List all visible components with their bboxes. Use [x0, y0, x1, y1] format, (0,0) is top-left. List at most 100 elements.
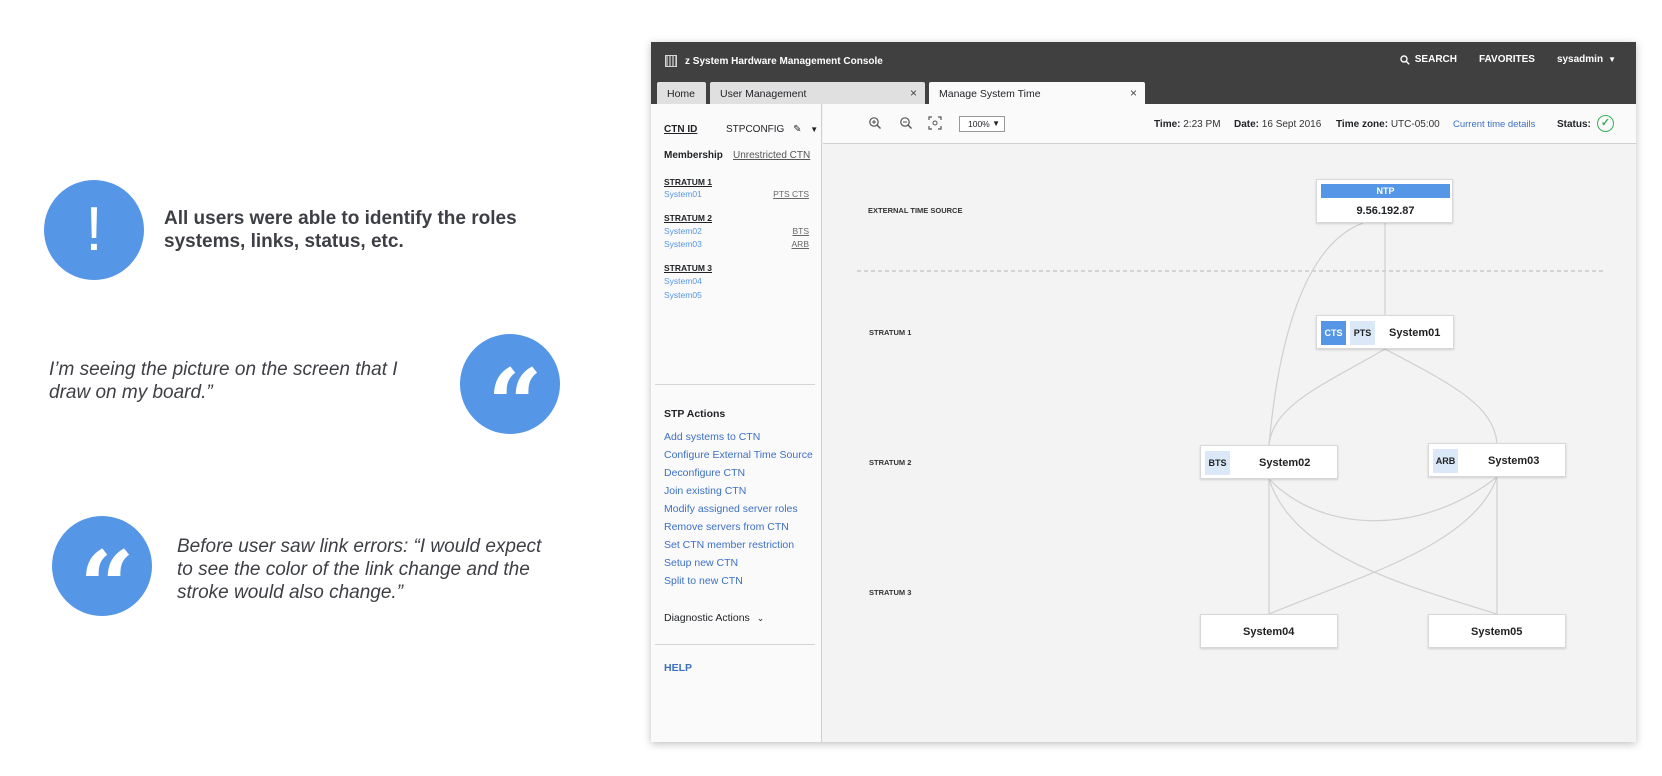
app-title: z System Hardware Management Console [685, 55, 883, 67]
system04-name: System04 [1243, 626, 1295, 638]
caret-down-icon[interactable]: ▼ [810, 125, 818, 134]
ntp-title: NTP [1321, 184, 1450, 198]
quote-text-1: I’m seeing the picture on the screen tha… [49, 359, 398, 403]
action-join-ctn[interactable]: Join existing CTN [664, 485, 746, 497]
membership-label: Membership [664, 150, 723, 161]
sidebar-system01[interactable]: System01 [664, 189, 702, 199]
link-system03-system04 [1268, 476, 1498, 615]
search-icon [1400, 54, 1410, 65]
action-deconfigure-ctn[interactable]: Deconfigure CTN [664, 467, 745, 479]
stratum-3-label: STRATUM 3 [869, 588, 912, 597]
system03-roles: ARB [791, 239, 809, 249]
action-add-systems[interactable]: Add systems to CTN [664, 431, 760, 443]
membership-value: Unrestricted CTN [733, 150, 811, 161]
bts-badge: BTS [1205, 451, 1230, 475]
external-time-source-label: EXTERNAL TIME SOURCE [868, 206, 963, 215]
sidebar-divider [655, 384, 815, 385]
link-system01-system02 [1268, 348, 1386, 446]
zoom-value: 100% [968, 119, 990, 129]
link-system01-system03 [1384, 348, 1498, 444]
stratum-3-heading: STRATUM 3 [664, 263, 713, 273]
check-circle-icon: ✓ [1597, 115, 1614, 132]
time-value: 2:23 PM [1183, 119, 1221, 130]
link-system02-system03 [1268, 476, 1498, 522]
caret-down-icon: ▼ [992, 119, 1000, 128]
system02-roles: BTS [792, 226, 809, 236]
action-configure-ets[interactable]: Configure External Time Source [664, 449, 813, 461]
action-modify-roles[interactable]: Modify assigned server roles [664, 503, 798, 515]
tab-user-management-label: User Management [720, 88, 807, 100]
system02-name: System02 [1259, 457, 1311, 469]
current-date: Date: 16 Sept 2016 [1234, 119, 1321, 130]
help-link[interactable]: HELP [664, 662, 692, 674]
fit-to-screen-icon[interactable] [927, 116, 943, 132]
sidebar-system03[interactable]: System03 [664, 239, 702, 249]
system03-node[interactable]: ARB System03 [1428, 443, 1566, 477]
zoom-select[interactable]: 100% ▼ [959, 116, 1005, 132]
arb-badge: ARB [1433, 449, 1458, 473]
sidebar-system05[interactable]: System05 [664, 290, 702, 300]
stratum-2-label: STRATUM 2 [869, 458, 912, 467]
search-button[interactable]: SEARCH [1400, 54, 1457, 65]
system04-node[interactable]: System04 [1200, 614, 1338, 648]
action-split-ctn[interactable]: Split to new CTN [664, 575, 743, 587]
time-zone: Time zone: UTC-05:00 [1336, 119, 1440, 130]
tab-manage-system-time-label: Manage System Time [939, 88, 1041, 100]
pts-badge: PTS [1350, 321, 1375, 345]
system01-roles: PTS CTS [773, 189, 809, 199]
quote-text-2: Before user saw link errors: “I would ex… [177, 536, 542, 603]
quote-badge-2: “ [52, 516, 152, 635]
exclamation-badge: ! [44, 180, 144, 280]
finding-text: All users were able to identify the role… [164, 208, 517, 252]
close-icon[interactable]: × [1130, 86, 1137, 100]
ntp-server-node[interactable]: NTP 9.56.192.87 [1316, 179, 1453, 223]
search-label: SEARCH [1414, 54, 1457, 65]
user-menu[interactable]: sysadmin ▼ [1557, 54, 1616, 65]
sidebar-system02[interactable]: System02 [664, 226, 702, 236]
tab-manage-system-time[interactable]: Manage System Time × [929, 82, 1145, 104]
zoom-out-icon[interactable] [898, 116, 914, 132]
favorites-button[interactable]: FAVORITES [1479, 54, 1535, 65]
exclamation-icon: ! [85, 195, 103, 264]
system05-name: System05 [1471, 626, 1523, 638]
ntp-address: 9.56.192.87 [1356, 205, 1415, 217]
system01-node[interactable]: CTS PTS System01 [1316, 315, 1454, 349]
status-label-text: Status: [1557, 119, 1591, 130]
tab-user-management[interactable]: User Management × [710, 82, 925, 104]
quote-icon: “ [79, 530, 134, 643]
tz-value: UTC-05:00 [1390, 119, 1440, 130]
chevron-down-icon: ⌄ [756, 613, 765, 623]
action-remove-servers[interactable]: Remove servers from CTN [664, 521, 789, 533]
current-time: Time: 2:23 PM [1154, 119, 1221, 130]
time-label: Time: [1154, 119, 1181, 130]
app-logo-icon [665, 55, 677, 67]
stratum-2-heading: STRATUM 2 [664, 213, 713, 223]
date-label: Date: [1234, 119, 1260, 130]
quote-icon: “ [487, 348, 542, 461]
ctn-id-text: STPCONFIG [726, 124, 785, 135]
diagnostic-actions-toggle[interactable]: Diagnostic Actions ⌄ [664, 612, 764, 624]
close-icon[interactable]: × [910, 86, 917, 100]
edit-icon[interactable]: ✎ [793, 124, 801, 135]
cts-badge: CTS [1321, 321, 1346, 345]
ctn-id-value[interactable]: STPCONFIG ✎ ▼ [726, 124, 818, 135]
sidebar-system04[interactable]: System04 [664, 276, 702, 286]
system03-name: System03 [1488, 455, 1540, 467]
system05-node[interactable]: System05 [1428, 614, 1566, 648]
user-name: sysadmin [1556, 54, 1604, 65]
top-bar: z System Hardware Management Console SEA… [651, 42, 1636, 82]
zoom-in-icon[interactable] [867, 116, 883, 132]
tab-home[interactable]: Home [657, 82, 706, 104]
current-time-details-link[interactable]: Current time details [1453, 119, 1535, 130]
system02-node[interactable]: BTS System02 [1200, 445, 1338, 479]
diagnostic-actions-label: Diagnostic Actions [664, 612, 750, 624]
stratum-1-heading: STRATUM 1 [664, 177, 713, 187]
action-setup-ctn[interactable]: Setup new CTN [664, 557, 738, 569]
topology-toolbar: 100% ▼ Time: 2:23 PM Date: 16 Sept 2016 … [823, 104, 1636, 144]
tz-label: Time zone: [1336, 119, 1389, 130]
sidebar-divider [655, 644, 815, 645]
brand: z System Hardware Management Console [665, 55, 883, 67]
quote-badge-1: “ [460, 334, 560, 453]
system01-name: System01 [1389, 327, 1441, 339]
action-set-restriction[interactable]: Set CTN member restriction [664, 539, 794, 551]
